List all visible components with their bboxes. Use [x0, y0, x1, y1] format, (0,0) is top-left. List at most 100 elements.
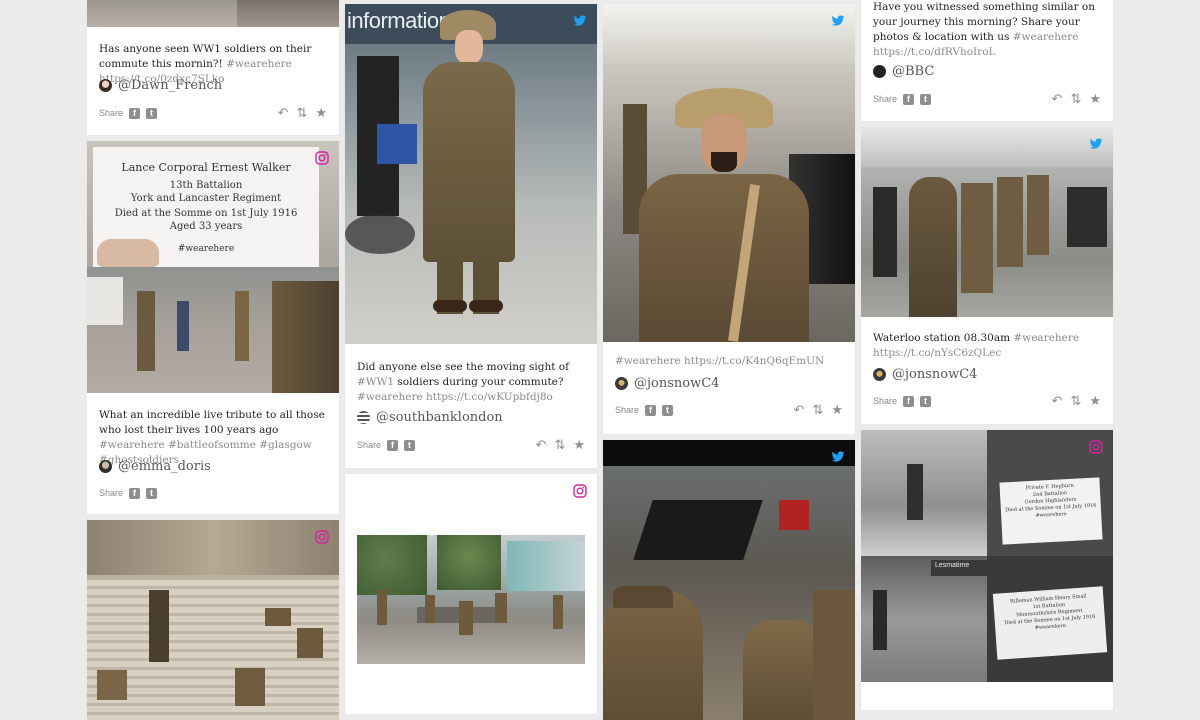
soldier-figure — [961, 183, 993, 293]
share-label: Share — [873, 396, 898, 406]
share-bar: Share f t ↶ ⇅ ★ — [357, 437, 585, 453]
tweet-card-street[interactable] — [603, 440, 855, 720]
information-sign: information — [347, 8, 451, 33]
tweet-card-bbc[interactable]: Have you witnessed something similar on … — [861, 0, 1113, 121]
instagram-card-steps[interactable] — [87, 520, 339, 720]
reply-icon[interactable]: ↶ — [794, 402, 805, 418]
author-link[interactable]: @jonsnowC4 — [873, 365, 1101, 383]
station-roof — [861, 127, 1113, 167]
author-link[interactable]: @jonsnowC4 — [615, 374, 843, 392]
soldier-figure — [149, 590, 169, 662]
facebook-share-icon[interactable]: f — [645, 404, 657, 416]
instagram-card-plaza[interactable] — [345, 474, 597, 714]
tweet-card-jonsnow-1[interactable]: #wearehere https://t.co/K4nQ6qEmUN @jons… — [603, 4, 855, 434]
memorial-note-photo: Lance Corporal Ernest Walker 13th Battal… — [87, 141, 339, 393]
note-name: Lance Corporal Ernest Walker — [121, 161, 291, 174]
facebook-share-icon[interactable]: f — [129, 487, 141, 499]
favorite-icon[interactable]: ★ — [573, 437, 585, 453]
share-bar: Share f t ↶ ⇅ ★ — [615, 402, 843, 418]
twitter-icon — [831, 15, 845, 26]
reply-icon[interactable]: ↶ — [536, 437, 547, 453]
note-battalion: 13th Battalion — [169, 180, 243, 191]
twitter-icon — [573, 15, 587, 26]
avatar — [615, 376, 628, 390]
bystander-figure — [1067, 187, 1107, 247]
retweet-icon[interactable]: ⇅ — [1070, 393, 1081, 409]
twitter-share-icon[interactable]: t — [662, 404, 674, 416]
reply-icon[interactable]: ↶ — [1052, 393, 1063, 409]
avatar — [99, 78, 112, 92]
twitter-icon — [1089, 138, 1103, 149]
author-handle: @jonsnowC4 — [892, 366, 978, 382]
twitter-share-icon[interactable]: t — [920, 395, 932, 407]
soldier-in-station-photo: information — [345, 4, 597, 344]
favorite-icon[interactable]: ★ — [1089, 91, 1101, 107]
tree — [357, 535, 427, 595]
favorite-icon[interactable]: ★ — [1089, 393, 1101, 409]
instagram-icon — [573, 484, 587, 498]
retweet-icon[interactable]: ⇅ — [554, 437, 565, 453]
facebook-share-icon[interactable]: f — [387, 439, 399, 451]
soldiers-marching-photo — [861, 127, 1113, 317]
shop-awning — [633, 500, 763, 560]
black-and-white-collage-photo: Private F. Hepburn 2nd Battalion Gordon … — [861, 430, 1113, 682]
instagram-icon — [315, 530, 329, 544]
twitter-share-icon[interactable]: t — [146, 487, 158, 499]
tweet-card-dawn-french[interactable]: Has anyone seen WW1 soldiers on their co… — [87, 0, 339, 135]
retweet-icon[interactable]: ⇅ — [296, 105, 307, 121]
author-link[interactable]: @southbanklondon — [357, 408, 585, 426]
twitter-share-icon[interactable]: t — [920, 93, 932, 105]
soldier-figure — [907, 464, 923, 520]
facebook-share-icon[interactable]: f — [129, 107, 141, 119]
avatar — [873, 367, 886, 381]
soldier-face — [455, 30, 483, 64]
soldier-foreground — [603, 590, 703, 720]
instagram-card-collage[interactable]: Private F. Hepburn 2nd Battalion Gordon … — [861, 430, 1113, 710]
facebook-share-icon[interactable]: f — [903, 395, 915, 407]
twitter-share-icon[interactable]: t — [146, 107, 158, 119]
reply-icon[interactable]: ↶ — [278, 105, 289, 121]
author-link[interactable]: @Dawn_French — [99, 76, 327, 94]
building — [507, 541, 585, 591]
note-died: Died at the Somme on 1st July 1916 — [114, 208, 298, 219]
author-handle: @emma_doris — [118, 458, 211, 474]
twitter-share-icon[interactable]: t — [404, 439, 416, 451]
bystander-figure — [377, 124, 417, 164]
reply-icon[interactable]: ↶ — [1052, 91, 1063, 107]
favorite-icon[interactable]: ★ — [831, 402, 843, 418]
floor-sign — [345, 214, 415, 254]
soldier-figure — [265, 608, 291, 626]
favorite-icon[interactable]: ★ — [315, 105, 327, 121]
hand — [97, 239, 159, 267]
soldier-figure — [997, 177, 1023, 267]
soldier-figure — [97, 670, 127, 700]
soldiers-on-steps-photo — [87, 520, 339, 720]
soldier-uniform — [423, 62, 515, 262]
soldier-figure — [297, 628, 323, 658]
retweet-icon[interactable]: ⇅ — [1070, 91, 1081, 107]
shop-sign — [779, 500, 809, 530]
author-link[interactable]: @BBC — [873, 62, 1101, 80]
share-label: Share — [615, 405, 640, 415]
soldier-foreground — [272, 281, 339, 393]
retweet-icon[interactable]: ⇅ — [812, 402, 823, 418]
van — [87, 277, 123, 325]
shop-sign: Lesmatime — [935, 562, 970, 569]
bystander-figure — [873, 187, 897, 277]
note-regiment: York and Lancaster Regiment — [130, 193, 282, 204]
peaked-cap — [613, 586, 673, 608]
tweet-text: Have you witnessed something similar on … — [873, 1, 1096, 58]
instagram-card-ernest-walker[interactable]: Lance Corporal Ernest Walker 13th Battal… — [87, 141, 339, 514]
tweet-text: Did anyone else see the moving sight of … — [357, 361, 570, 403]
beard — [711, 152, 737, 172]
facebook-share-icon[interactable]: f — [903, 93, 915, 105]
share-label: Share — [99, 488, 124, 498]
share-label: Share — [357, 440, 382, 450]
soldier-figure — [743, 620, 823, 720]
author-link[interactable]: @emma_doris — [99, 457, 327, 475]
memorial-note: Rifleman William Henry Small 1st Battali… — [992, 586, 1108, 660]
tweet-text: #wearehere https://t.co/K4nQ6qEmUN — [615, 355, 825, 367]
share-bar: Share f t ↶ ⇅ ★ — [873, 91, 1101, 107]
tweet-card-waterloo[interactable]: Waterloo station 08.30am #wearehere http… — [861, 127, 1113, 424]
tweet-card-southbank[interactable]: information Did anyone else see the movi… — [345, 4, 597, 468]
